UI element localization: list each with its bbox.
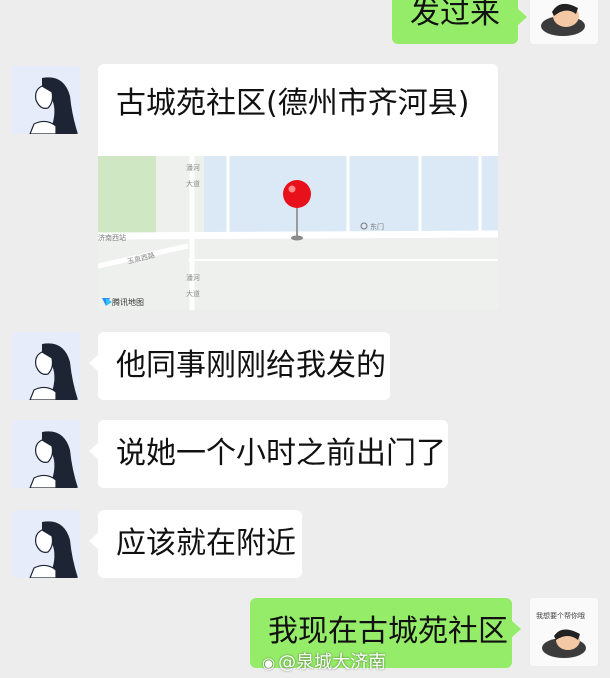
girl-portrait-icon xyxy=(12,332,80,400)
avatar-contact[interactable] xyxy=(12,420,80,488)
girl-portrait-icon xyxy=(12,420,80,488)
message-bubble-incoming[interactable]: 说她一个小时之前出门了 xyxy=(89,420,448,488)
location-title: 古城苑社区(德州市齐河县) xyxy=(116,86,470,121)
message-text: 他同事刚刚给我发的 xyxy=(116,348,386,383)
sticker-avatar-icon xyxy=(530,0,598,44)
location-pin-icon xyxy=(283,180,311,208)
watermark-text: @泉城大济南 xyxy=(278,652,387,673)
map-road-label: 大道 xyxy=(186,179,200,188)
map-poi-label: 东门 xyxy=(370,222,384,231)
map-provider-label: 腾讯地图 xyxy=(112,297,144,307)
message-bubble-outgoing[interactable]: 发过来 xyxy=(392,0,527,44)
location-map[interactable]: 潘河 大道 玉泉西路 潘河 大道 济南西站 东门 腾讯地图 xyxy=(98,156,498,310)
avatar-self[interactable] xyxy=(530,0,598,44)
message-text: 应该就在附近 xyxy=(116,526,296,561)
map-road-label: 潘河 xyxy=(186,163,200,172)
map-poi-label: 济南西站 xyxy=(98,233,126,242)
girl-portrait-icon xyxy=(12,510,80,578)
message-bubble-incoming[interactable]: 他同事刚刚给我发的 xyxy=(89,332,390,400)
avatar-contact[interactable] xyxy=(12,332,80,400)
message-text: 发过来 xyxy=(410,0,500,31)
weibo-icon: ◉ xyxy=(262,654,276,672)
message-bubble-incoming[interactable]: 应该就在附近 xyxy=(89,510,302,578)
map-road-label: 潘河 xyxy=(186,273,200,282)
avatar-contact[interactable] xyxy=(12,66,80,134)
sticker-avatar-icon: 我想要个帮你哦 xyxy=(530,598,598,666)
sticker-caption: 我想要个帮你哦 xyxy=(536,611,585,620)
message-text: 我现在古城苑社区 xyxy=(268,614,508,649)
avatar-self[interactable]: 我想要个帮你哦 xyxy=(530,598,598,666)
avatar-contact[interactable] xyxy=(12,510,80,578)
girl-portrait-icon xyxy=(12,66,80,134)
message-text: 说她一个小时之前出门了 xyxy=(116,436,446,471)
map-road-label: 大道 xyxy=(186,289,200,298)
watermark: ◉ @泉城大济南 xyxy=(262,648,386,674)
location-card[interactable]: 古城苑社区(德州市齐河县) 潘河 大道 玉泉西路 潘河 大道 济南西站 东门 腾… xyxy=(98,64,498,310)
